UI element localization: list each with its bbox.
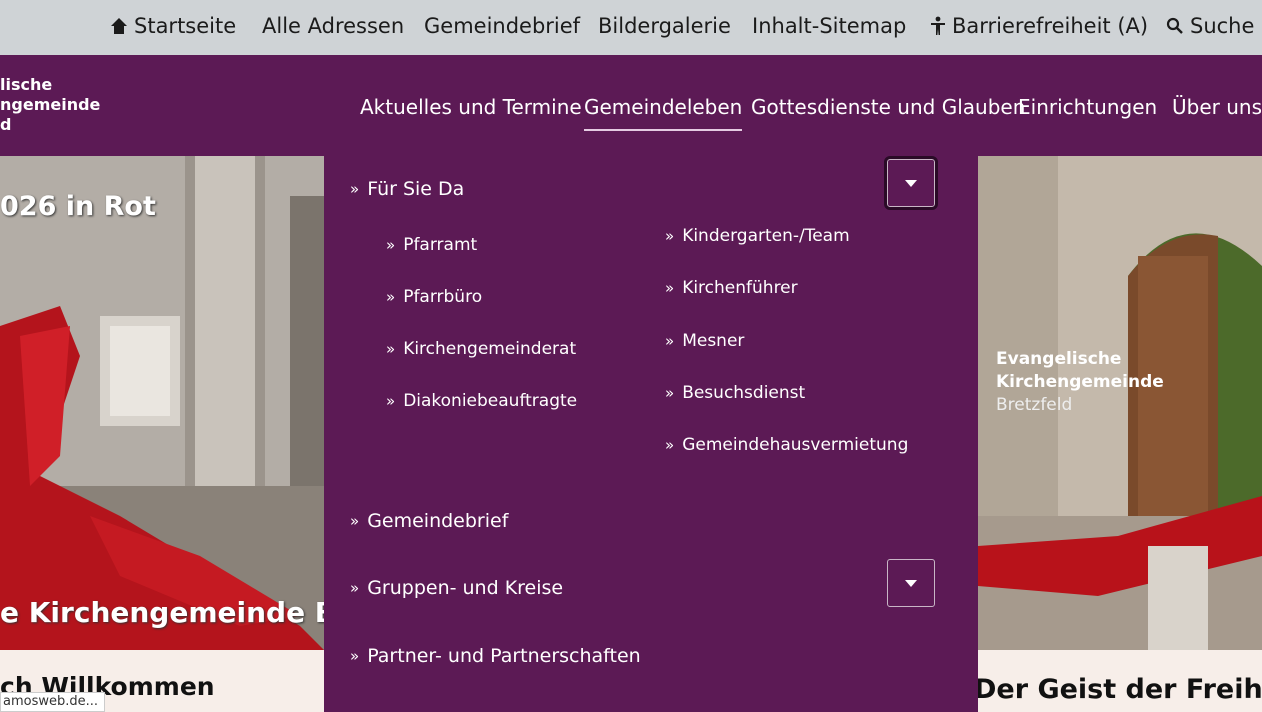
topbar-link-label: Startseite	[134, 14, 237, 38]
double-chevron-icon: »	[665, 227, 675, 245]
submenu-link-besuchsdienst[interactable]: » Besuchsdienst	[665, 383, 805, 403]
church-interior-image	[0, 156, 324, 650]
nav-gemeindeleben[interactable]: Gemeindeleben	[584, 95, 743, 131]
caption-line: Kirchengemeinde	[996, 372, 1164, 392]
article-heading: Der Geist der Freiheit	[974, 674, 1262, 705]
home-icon	[111, 18, 127, 34]
caption-line: Evangelische	[996, 349, 1122, 369]
dropdown-link-gemeindebrief[interactable]: » Gemeindebrief	[350, 510, 508, 532]
submenu-toggle-fuer-sie-da[interactable]	[884, 156, 938, 210]
hero-image-right: Evangelische Kirchengemeinde Bretzfeld	[978, 156, 1262, 650]
submenu-link-label: Kirchengemeinderat	[403, 339, 577, 359]
double-chevron-icon: »	[350, 180, 360, 198]
hero-subtitle-text: e Kirchengemeinde B	[0, 596, 324, 629]
site-logo[interactable]: lische ngemeinde d	[0, 75, 100, 135]
topbar-link-label: Barrierefreiheit (A)	[952, 14, 1149, 38]
double-chevron-icon: »	[386, 288, 396, 306]
hero-title-text: 026 in Rot	[0, 191, 156, 222]
double-chevron-icon: »	[665, 332, 675, 350]
submenu-link-pfarramt[interactable]: » Pfarramt	[386, 235, 477, 255]
topbar-link-bildergalerie[interactable]: Bildergalerie	[598, 14, 731, 38]
topbar-link-label: Inhalt-Sitemap	[752, 14, 907, 38]
submenu-link-kirchenfuehrer[interactable]: » Kirchenführer	[665, 278, 798, 298]
double-chevron-icon: »	[386, 236, 396, 254]
dropdown-link-gruppen-kreise[interactable]: » Gruppen- und Kreise	[350, 577, 563, 599]
dropdown-link-label: Für Sie Da	[367, 178, 465, 200]
submenu-link-diakoniebeauftragte[interactable]: » Diakoniebeauftragte	[386, 391, 577, 411]
status-bar-url: amosweb.de...	[0, 692, 106, 712]
double-chevron-icon: »	[665, 384, 675, 402]
utility-bar: Startseite Alle Adressen Gemeindebrief B…	[0, 0, 1262, 55]
logo-line: ngemeinde	[0, 95, 101, 114]
double-chevron-icon: »	[350, 647, 360, 665]
caret-down-icon	[905, 179, 917, 187]
submenu-link-kindergarten[interactable]: » Kindergarten-/Team	[665, 226, 850, 246]
topbar-link-label: Gemeindebrief	[424, 14, 581, 38]
logo-line: lische	[0, 75, 53, 94]
hero-image-left: 026 in Rot e Kirchengemeinde B	[0, 156, 324, 650]
dropdown-link-label: Gruppen- und Kreise	[367, 577, 564, 599]
dropdown-link-partner[interactable]: » Partner- und Partnerschaften	[350, 645, 641, 667]
submenu-link-kirchengemeinderat[interactable]: » Kirchengemeinderat	[386, 339, 576, 359]
logo-line: d	[0, 115, 12, 134]
double-chevron-icon: »	[386, 392, 396, 410]
double-chevron-icon: »	[350, 512, 360, 530]
submenu-toggle-gruppen-kreise[interactable]	[887, 559, 935, 607]
accessibility-icon	[931, 16, 945, 35]
caret-down-icon	[905, 579, 917, 587]
nav-ueber-uns[interactable]: Über uns	[1172, 95, 1262, 119]
submenu-link-label: Kindergarten-/Team	[682, 226, 850, 246]
topbar-link-label: Alle Adressen	[262, 14, 405, 38]
topbar-link-startseite[interactable]: Startseite	[110, 14, 236, 38]
dropdown-link-label: Gemeindebrief	[367, 510, 509, 532]
topbar-link-suche[interactable]: Suche	[1166, 14, 1254, 38]
dropdown-link-label: Partner- und Partnerschaften	[367, 645, 641, 667]
double-chevron-icon: »	[665, 436, 675, 454]
double-chevron-icon: »	[665, 279, 675, 297]
submenu-link-label: Pfarrbüro	[403, 287, 483, 307]
double-chevron-icon: »	[350, 579, 360, 597]
topbar-link-barrierefreiheit[interactable]: Barrierefreiheit (A)	[930, 14, 1148, 38]
dropdown-link-fuer-sie-da[interactable]: » Für Sie Da	[350, 178, 464, 200]
submenu-link-pfarrbuero[interactable]: » Pfarrbüro	[386, 287, 482, 307]
topbar-link-sitemap[interactable]: Inhalt-Sitemap	[752, 14, 906, 38]
submenu-link-label: Kirchenführer	[682, 278, 798, 298]
nav-aktuelles[interactable]: Aktuelles und Termine	[360, 95, 582, 119]
submenu-link-mesner[interactable]: » Mesner	[665, 331, 744, 351]
gemeindeleben-dropdown: » Für Sie Da » Pfarramt » Pfarrbüro » Ki…	[324, 131, 978, 712]
topbar-link-label: Bildergalerie	[598, 14, 731, 38]
topbar-link-gemeindebrief[interactable]: Gemeindebrief	[424, 14, 580, 38]
submenu-link-label: Besuchsdienst	[682, 383, 806, 403]
submenu-link-label: Mesner	[682, 331, 745, 351]
submenu-link-gemeindehausvermietung[interactable]: » Gemeindehausvermietung	[665, 435, 908, 455]
submenu-link-label: Diakoniebeauftragte	[403, 391, 578, 411]
search-icon	[1166, 17, 1183, 34]
topbar-link-adressen[interactable]: Alle Adressen	[262, 14, 404, 38]
caption-line: Bretzfeld	[996, 395, 1073, 415]
topbar-link-label: Suche	[1190, 14, 1255, 38]
submenu-link-label: Gemeindehausvermietung	[682, 435, 909, 455]
nav-gottesdienste[interactable]: Gottesdienste und Glauben	[751, 95, 1025, 119]
submenu-link-label: Pfarramt	[403, 235, 478, 255]
hero-caption: Evangelische Kirchengemeinde Bretzfeld	[996, 348, 1164, 417]
double-chevron-icon: »	[386, 340, 396, 358]
nav-einrichtungen[interactable]: Einrichtungen	[1018, 95, 1157, 119]
